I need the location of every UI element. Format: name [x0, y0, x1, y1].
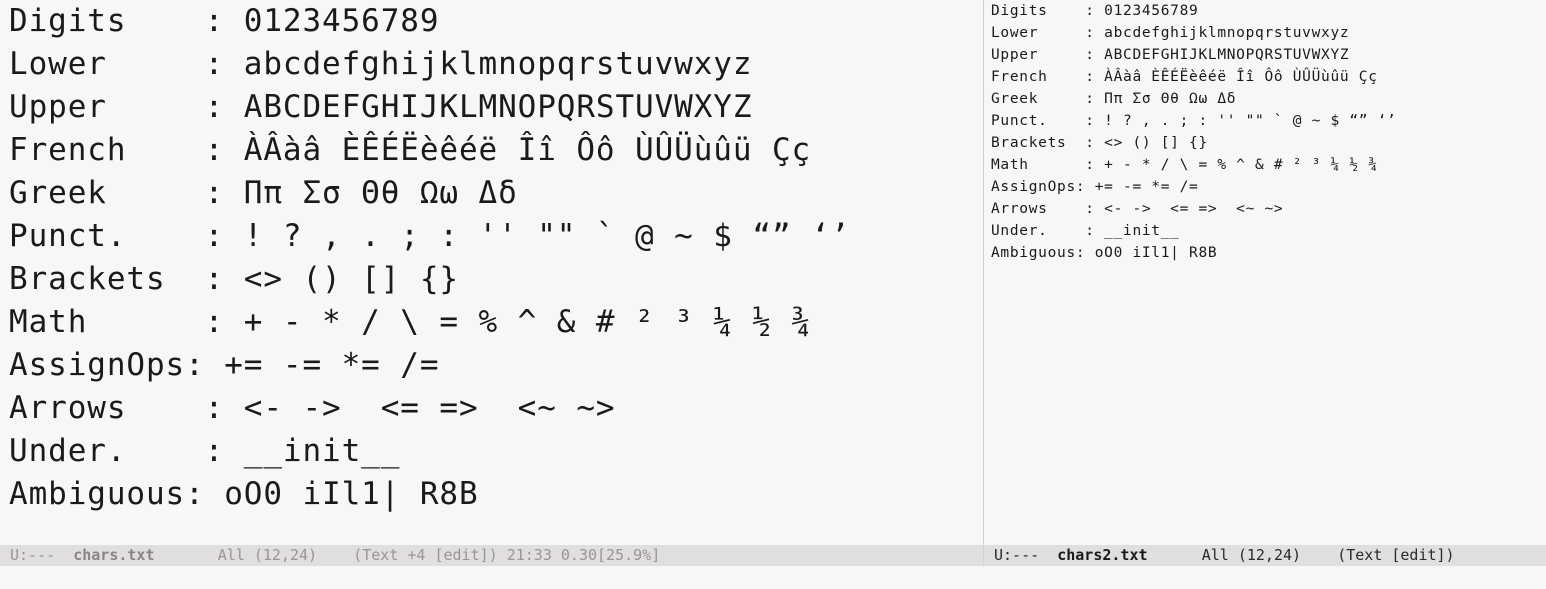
text-line-ambiguous: Ambiguous: oO0 iIl1| R8B	[991, 245, 1218, 261]
mode-line-left[interactable]: U:--- chars.txt All (12,24) (Text +4 [ed…	[0, 545, 983, 566]
text-line-punct: Punct. : ! ? , . ; : '' "" ` @ ~ $ “” ‘’	[991, 113, 1397, 129]
text-line-upper: Upper : ABCDEFGHIJKLMNOPQRSTUVWXYZ	[9, 89, 753, 125]
modeline-status: U:---	[10, 546, 74, 564]
text-line-arrows: Arrows : <- -> <= => <~ ~>	[9, 390, 616, 426]
text-line-math: Math : + - * / \ = % ^ & # ² ³ ¼ ½ ¾	[9, 304, 812, 340]
modeline-mode-info[interactable]: (Text [edit])	[1337, 546, 1454, 564]
minibuffer[interactable]	[0, 566, 1546, 589]
text-line-digits: Digits : 0123456789	[9, 3, 440, 39]
text-line-brackets: Brackets : <> () [] {}	[9, 261, 459, 297]
right-window[interactable]: Digits : 0123456789 Lower : abcdefghijkl…	[985, 0, 1546, 544]
window-divider[interactable]	[983, 0, 984, 566]
text-line-under: Under. : __init__	[9, 433, 401, 469]
modeline-mode-info[interactable]: (Text +4 [edit]) 21:33 0.30[25.9%]	[353, 546, 660, 564]
text-line-assignops: AssignOps: += -= *= /=	[9, 347, 440, 383]
text-line-lower: Lower : abcdefghijklmnopqrstuvwxyz	[991, 25, 1350, 41]
modeline-status: U:---	[994, 546, 1058, 564]
text-line-ambiguous: Ambiguous: oO0 iIl1| R8B	[9, 476, 479, 512]
modeline-position: All (12,24)	[1147, 546, 1338, 564]
text-line-upper: Upper : ABCDEFGHIJKLMNOPQRSTUVWXYZ	[991, 47, 1350, 63]
modeline-buffer-name[interactable]: chars2.txt	[1057, 546, 1147, 564]
modeline-buffer-name[interactable]: chars.txt	[73, 546, 154, 564]
emacs-frame: Digits : 0123456789 Lower : abcdefghijkl…	[0, 0, 1546, 589]
text-line-greek: Greek : Ππ Σσ Θθ Ωω Δδ	[991, 91, 1237, 107]
text-line-digits: Digits : 0123456789	[991, 3, 1199, 19]
text-line-punct: Punct. : ! ? , . ; : '' "" ` @ ~ $ “” ‘’	[9, 218, 851, 254]
modeline-position: All (12,24)	[154, 546, 354, 564]
text-line-under: Under. : __init__	[991, 223, 1180, 239]
left-buffer-text[interactable]: Digits : 0123456789 Lower : abcdefghijkl…	[0, 0, 983, 516]
text-line-greek: Greek : Ππ Σσ Θθ Ωω Δδ	[9, 175, 518, 211]
right-buffer-text[interactable]: Digits : 0123456789 Lower : abcdefghijkl…	[985, 0, 1546, 264]
text-line-assignops: AssignOps: += -= *= /=	[991, 179, 1199, 195]
text-line-lower: Lower : abcdefghijklmnopqrstuvwxyz	[9, 46, 753, 82]
text-line-french: French : ÀÂàâ ÈÊÉËèêéë Îî Ôô ÙÛÜùûü Çç	[991, 69, 1378, 85]
left-window[interactable]: Digits : 0123456789 Lower : abcdefghijkl…	[0, 0, 983, 544]
text-line-arrows: Arrows : <- -> <= => <~ ~>	[991, 201, 1284, 217]
text-line-math: Math : + - * / \ = % ^ & # ² ³ ¼ ½ ¾	[991, 157, 1378, 173]
mode-line-right[interactable]: U:--- chars2.txt All (12,24) (Text [edit…	[984, 545, 1546, 566]
text-line-brackets: Brackets : <> () [] {}	[991, 135, 1208, 151]
text-line-french: French : ÀÂàâ ÈÊÉËèêéë Îî Ôô ÙÛÜùûü Çç	[9, 132, 812, 168]
